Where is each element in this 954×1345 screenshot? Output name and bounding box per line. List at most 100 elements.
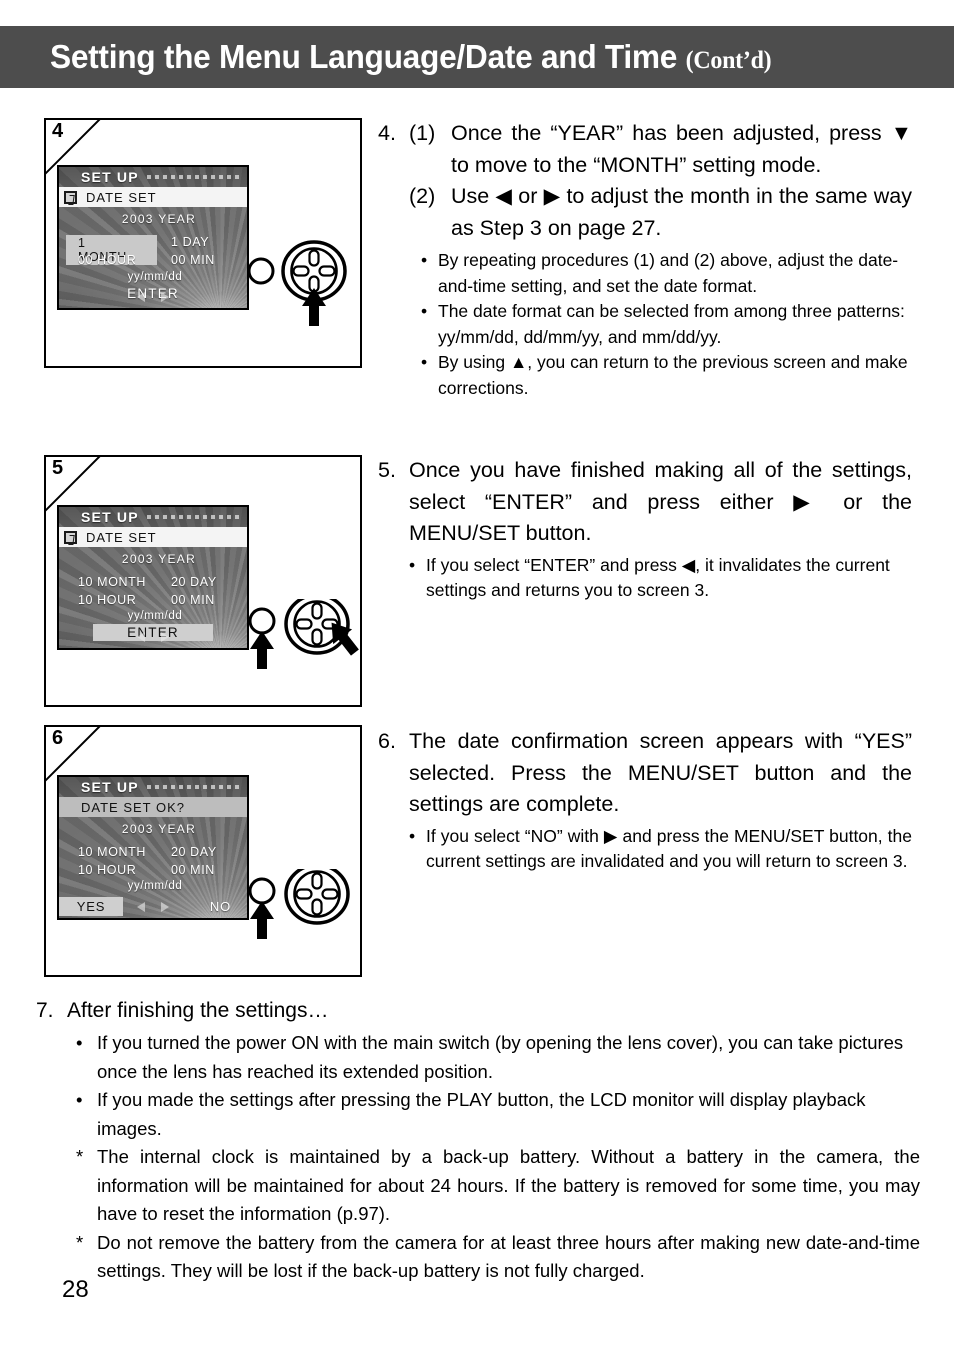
- controller-down-key-6: [311, 898, 323, 916]
- lcd-title-4: DATE SET: [86, 189, 157, 205]
- lcd-month-cell-5: 10 MONTH: [59, 575, 153, 589]
- step-4-sub-1-text: Once the “YEAR” has been adjusted, press…: [451, 121, 912, 177]
- bullet-dot-icon: •: [421, 352, 428, 372]
- step-7-number: 7.: [36, 999, 54, 1022]
- lcd-nav-arrows-4: [59, 292, 247, 302]
- lcd-topbar-5: SET UP: [59, 507, 247, 527]
- menu-set-button-icon-4: [247, 257, 275, 285]
- page-title: Setting the Menu Language/Date and Time …: [50, 38, 772, 76]
- lcd-setup-label-5: SET UP: [81, 509, 139, 525]
- lcd-date-format-5: yy/mm/dd: [127, 610, 183, 622]
- lcd-date-format-4: yy/mm/dd: [127, 271, 183, 283]
- step-4-text: 4. (1) Once the “YEAR” has been adjusted…: [378, 118, 912, 401]
- step-6-body-text: The date confirmation screen appears wit…: [409, 729, 912, 816]
- controller-graphic-6: [246, 863, 361, 949]
- lcd-min-4: 00 MIN: [171, 253, 215, 267]
- lcd-dots-5: [146, 515, 239, 519]
- lcd-month-cell-6: 10 MONTH: [59, 845, 153, 859]
- lcd-setup-label-6: SET UP: [81, 779, 139, 795]
- lcd-screen-5: SET UP DATE SET 2003 YEAR 10 MONTH 20 DA…: [57, 505, 249, 650]
- lcd-left-arrow-icon-6: [137, 902, 145, 912]
- lcd-left-arrow-icon-4: [137, 292, 145, 302]
- step-4-bullet-2-text: The date format can be selected from amo…: [438, 301, 905, 347]
- lcd-screen-4: SET UP DATE SET 2003 YEAR 1 MONTH 1 DAY …: [57, 165, 249, 310]
- step-5-text: 5. Once you have finished making all of …: [378, 455, 912, 604]
- controller-up-key-5: [311, 602, 323, 620]
- final-note-2-text: Do not remove the battery from the camer…: [97, 1231, 920, 1282]
- step-6-text: 6. The date confirmation screen appears …: [378, 726, 912, 875]
- figure-number-5: 5: [52, 457, 64, 479]
- figure-number-6: 6: [52, 727, 64, 749]
- lcd-hour-cell-4: 00 HOUR: [59, 253, 153, 267]
- step-5-number: 5.: [378, 458, 396, 482]
- figure-box-6: 6 SET UP DATE SET OK? 2003 YEAR 10 MONTH…: [44, 725, 362, 977]
- step-4-bullet-1: • By repeating procedures (1) and (2) abo…: [421, 248, 912, 299]
- lcd-month-day-row-5: 10 MONTH 20 DAY: [59, 575, 247, 589]
- lcd-left-arrow-icon-5: [137, 632, 145, 642]
- step-4-bullets: • By repeating procedures (1) and (2) abo…: [421, 248, 912, 401]
- step-4-sub-2-label: (2): [409, 184, 436, 208]
- figure-number-4: 4: [52, 120, 64, 142]
- controller-left-key-4: [292, 265, 310, 277]
- press-menu-arrow-icon-6: [250, 901, 274, 939]
- lcd-right-arrow-icon-5: [161, 632, 169, 642]
- controller-left-key-6: [295, 888, 313, 900]
- lcd-dots-6: [146, 785, 239, 789]
- lcd-nav-arrows-5: [59, 632, 247, 642]
- step-4-bullet-3: • By using ▲, you can return to the previ…: [421, 350, 912, 401]
- lcd-hour-4: 00 HOUR: [78, 253, 137, 267]
- lcd-min-cell-5: 00 MIN: [153, 593, 247, 607]
- controller-left-key-5: [295, 618, 313, 630]
- page-title-main: Setting the Menu Language/Date and Time: [50, 38, 686, 75]
- lcd-min-cell-6: 00 MIN: [153, 863, 247, 877]
- lcd-day-cell-5: 20 DAY: [153, 575, 247, 589]
- bullet-dot-icon: •: [421, 301, 428, 321]
- lcd-hour-cell-5: 10 HOUR: [59, 593, 153, 607]
- controller-svg-6: [248, 863, 350, 939]
- final-bullet-2-text: If you made the settings after pressing …: [97, 1089, 866, 1139]
- lcd-titlebar-5: DATE SET: [59, 527, 247, 547]
- lcd-min-cell-4: 00 MIN: [153, 253, 247, 267]
- step-6-bullet-1: • If you select “NO” with ▶ and press the…: [409, 824, 912, 875]
- step-5-bullet-1: • If you select “ENTER” and press ◀, it i…: [409, 553, 912, 604]
- step-4-sub-1: (1) Once the “YEAR” has been adjusted, p…: [409, 118, 912, 181]
- step-7-title: After finishing the settings…: [67, 999, 329, 1022]
- lcd-year-6: 2003 YEAR: [121, 822, 197, 836]
- controller-graphic-5: [246, 593, 361, 679]
- step-4-sub-2-text: Use ◀ or ▶ to adjust the month in the sa…: [451, 184, 912, 240]
- page-header-bar: Setting the Menu Language/Date and Time …: [0, 26, 954, 88]
- lcd-topbar-6: SET UP: [59, 777, 247, 797]
- lcd-day-cell-6: 20 DAY: [153, 845, 247, 859]
- step-6-bullet-1-text: If you select “NO” with ▶ and press the …: [426, 825, 912, 872]
- bullet-dot-icon: •: [421, 250, 428, 270]
- lcd-hour-min-row-5: 10 HOUR 00 MIN: [59, 593, 247, 607]
- controller-svg-4: [247, 240, 347, 326]
- step-6-heading: 6. The date confirmation screen appears …: [378, 726, 912, 821]
- bullet-dot-icon: •: [76, 1032, 83, 1053]
- final-bullet-1-text: If you turned the power ON with the main…: [97, 1032, 904, 1082]
- step-5-bullet-1-text: If you select “ENTER” and press ◀, it in…: [426, 554, 890, 601]
- lcd-month-day-row-6: 10 MONTH 20 DAY: [59, 845, 247, 859]
- setup-tool-icon-5: [64, 530, 77, 544]
- step-5-body-text: Once you have finished making all of the…: [409, 458, 912, 545]
- figure-box-4: 4 SET UP DATE SET 2003 YEAR 1 MONTH 1 DA…: [44, 118, 362, 368]
- lcd-year-4: 2003 YEAR: [121, 212, 197, 226]
- lcd-right-arrow-icon-4: [161, 292, 169, 302]
- final-bullet-2: • If you made the settings after pressin…: [76, 1086, 920, 1143]
- controller-graphic-4: [246, 240, 356, 330]
- step-5-heading: 5. Once you have finished making all of …: [378, 455, 912, 550]
- final-note-2: * Do not remove the battery from the cam…: [76, 1229, 920, 1286]
- step-7-heading: 7. After finishing the settings…: [36, 996, 920, 1026]
- final-note-1-text: The internal clock is maintained by a ba…: [97, 1146, 920, 1224]
- lcd-hour-5: 10 HOUR: [78, 593, 137, 607]
- lcd-title-5: DATE SET: [86, 529, 157, 545]
- controller-up-key-4: [308, 249, 320, 267]
- lcd-year-5: 2003 YEAR: [121, 552, 197, 566]
- controller-right-key-4: [318, 265, 336, 277]
- asterisk-icon: *: [76, 1146, 84, 1167]
- lcd-month-6: 10 MONTH: [78, 845, 147, 859]
- step-4-number: 4.: [378, 121, 396, 145]
- step-4-bullet-1-text: By repeating procedures (1) and (2) abov…: [438, 250, 899, 296]
- bullet-dot-icon: •: [409, 554, 416, 575]
- lcd-day-4: 1 DAY: [171, 235, 210, 249]
